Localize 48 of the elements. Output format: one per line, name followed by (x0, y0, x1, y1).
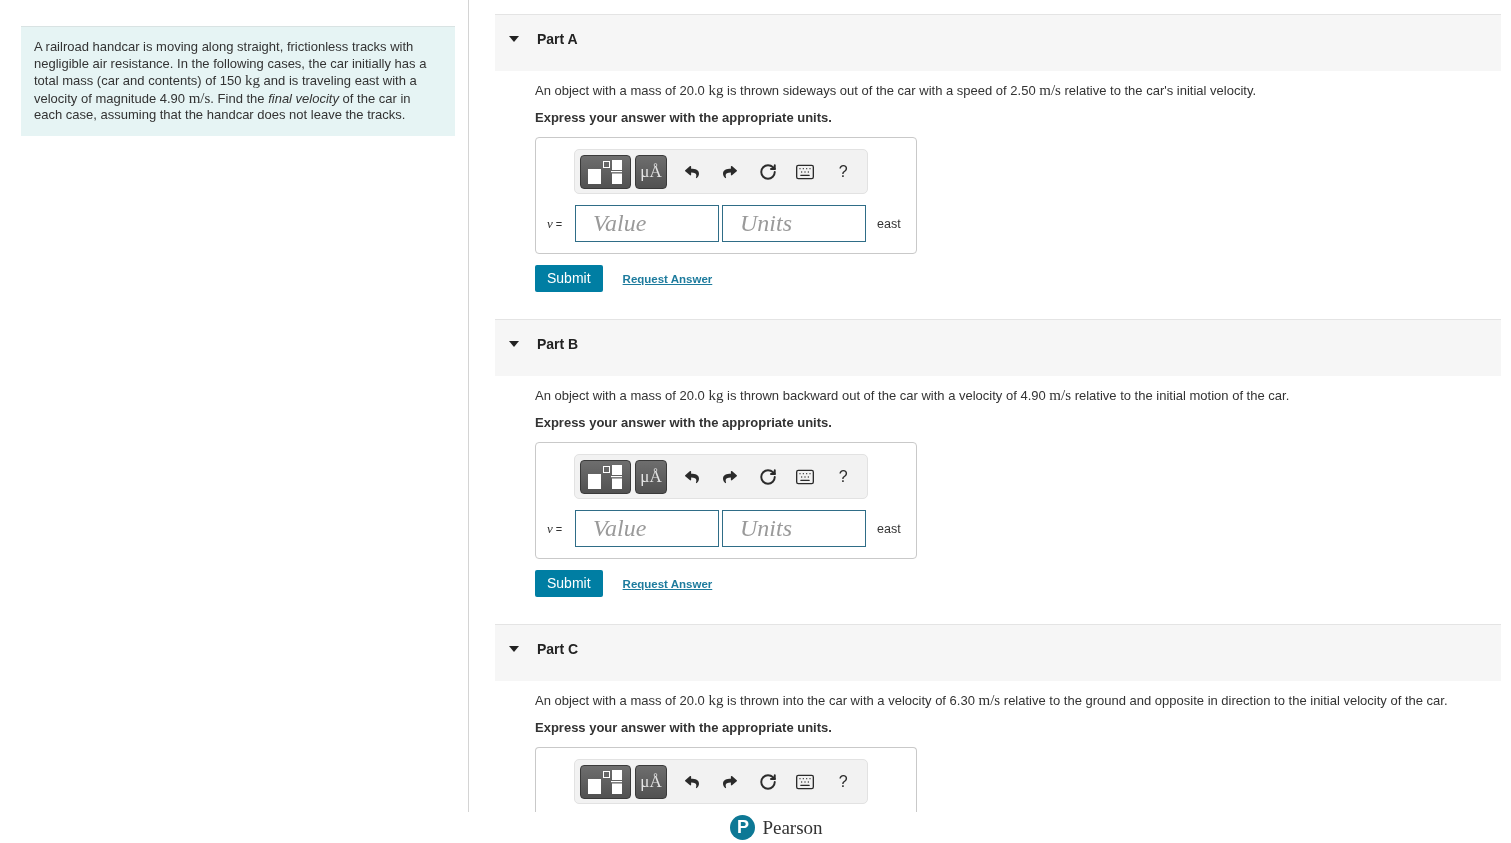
request-answer-link[interactable]: Request Answer (622, 577, 713, 590)
submit-button[interactable]: Submit (535, 265, 603, 292)
submit-button[interactable]: Submit (535, 570, 603, 597)
variable-label: v = (547, 215, 564, 232)
symbols-button[interactable]: μÅ (634, 764, 668, 799)
instruction-text: Express your answer with the appropriate units. (535, 719, 833, 737)
part-title: Part C (537, 641, 579, 657)
request-answer-link[interactable]: Request Answer (622, 272, 713, 285)
undo-icon (685, 164, 700, 179)
reset-icon (758, 772, 777, 791)
templates-button[interactable] (580, 154, 631, 189)
templates-button[interactable] (580, 459, 631, 494)
part-title: Part A (537, 31, 578, 47)
brand-name: Pearson (762, 816, 823, 839)
part-header[interactable]: Part A (495, 14, 1501, 71)
help-button[interactable]: ? (824, 459, 862, 494)
direction-label: east (877, 216, 901, 231)
symbols-button[interactable]: μÅ (634, 459, 668, 494)
instruction-text: Express your answer with the appropriate units. (535, 414, 833, 432)
symbols-button[interactable]: μÅ (634, 154, 668, 189)
reset-icon (758, 467, 777, 486)
template-icon (588, 769, 623, 794)
variable-label: v = (547, 520, 564, 537)
help-button[interactable]: ? (824, 154, 862, 189)
part-header[interactable]: Part C (495, 624, 1501, 681)
undo-icon (685, 774, 700, 789)
direction-label: east (877, 521, 901, 536)
units-input[interactable]: Units (722, 510, 866, 547)
undo-icon (685, 469, 700, 484)
redo-icon (723, 164, 737, 179)
redo-icon (723, 774, 737, 789)
help-button[interactable]: ? (824, 764, 862, 799)
value-input[interactable]: Value (575, 205, 719, 242)
problem-text: A railroad handcar is moving along straight, frictionless tracks with negligible air resistance. In the following cases, the car initially has a total mass (car and contents) of 150 kg and is traveling east with a velocity of magnitude 4.90 m/s. Find the final velocity of the car in each case, assuming that the handcar does not leave the tracks. (21, 26, 455, 136)
template-icon (588, 464, 623, 489)
reset-icon (758, 162, 777, 181)
value-input[interactable]: Value (575, 510, 719, 547)
part-header[interactable]: Part B (495, 319, 1501, 376)
template-icon (588, 159, 623, 184)
logo-mark: P (730, 815, 756, 840)
instruction-text: Express your answer with the appropriate units. (535, 109, 833, 127)
templates-button[interactable] (580, 764, 631, 799)
question-text: An object with a mass of 20.0 kg is thrown sideways out of the car with a speed of 2.50 m/s relative to the car's initial velocity. (535, 81, 1258, 100)
part-title: Part B (537, 336, 579, 352)
units-input[interactable]: Units (722, 205, 866, 242)
question-text: An object with a mass of 20.0 kg is thrown backward out of the car with a velocity of 4.90 m/s relative to the initial motion of the car. (535, 386, 1291, 405)
redo-icon (723, 469, 737, 484)
question-text: An object with a mass of 20.0 kg is thrown into the car with a velocity of 6.30 m/s relative to the ground and opposite in direction to the initial velocity of the car. (535, 691, 1449, 710)
